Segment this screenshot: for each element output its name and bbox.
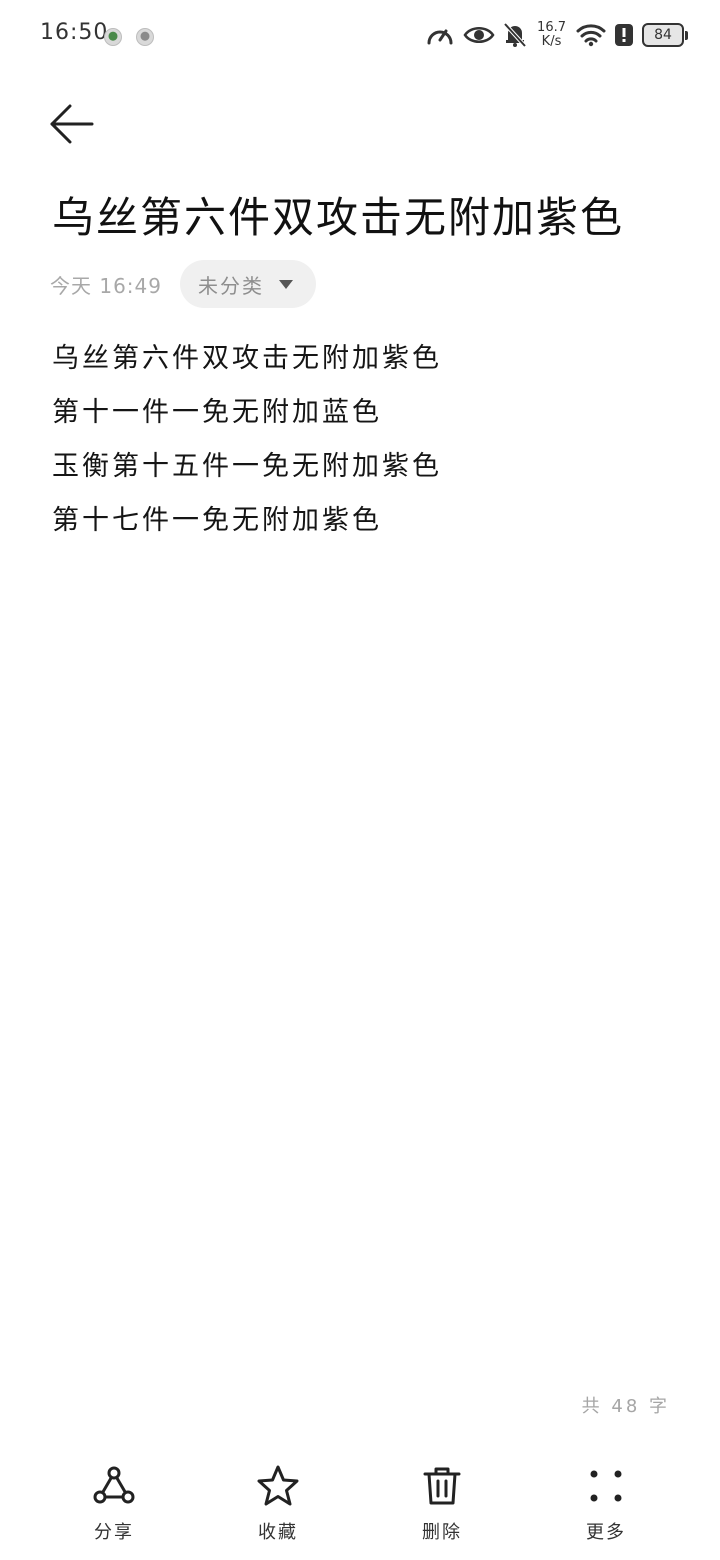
more-label: 更多	[586, 1522, 626, 1543]
share-icon	[93, 1466, 135, 1504]
share-button[interactable]: 分享	[64, 1462, 164, 1548]
star-icon	[257, 1465, 299, 1506]
alert-icon	[615, 24, 633, 46]
trash-icon	[423, 1467, 461, 1505]
network-speed-unit: K/s	[541, 34, 562, 49]
bell-off-icon	[503, 22, 527, 48]
wifi-icon	[576, 24, 606, 47]
note-line: 第十七件一免无附加紫色	[52, 505, 382, 536]
battery-level: 84	[654, 27, 672, 43]
note-line: 乌丝第六件双攻击无附加紫色	[52, 343, 442, 374]
note-line: 第十一件一免无附加蓝色	[52, 397, 382, 428]
category-dropdown[interactable]: 未分类	[180, 260, 316, 308]
word-count: 共 48 字	[581, 1396, 670, 1417]
status-time: 16:50	[40, 20, 109, 45]
notification-app-icon	[104, 28, 122, 46]
more-button[interactable]: 更多	[556, 1462, 656, 1548]
caret-down-icon	[279, 280, 293, 289]
note-title[interactable]: 乌丝第六件双攻击无附加紫色	[52, 184, 692, 245]
network-speed-value: 16.7	[537, 20, 566, 35]
category-label: 未分类	[198, 273, 264, 298]
battery-icon: 84	[642, 23, 688, 47]
speedometer-icon	[427, 29, 453, 45]
note-meta: 今天 16:49 未分类	[50, 260, 316, 308]
status-bar: 16:50 16.7 K/s 84	[0, 0, 720, 70]
note-body[interactable]: 乌丝第六件双攻击无附加紫色 第十一件一免无附加蓝色 玉衡第十五件一免无附加紫色 …	[52, 332, 672, 548]
note-line: 玉衡第十五件一免无附加紫色	[52, 451, 442, 482]
favorite-label: 收藏	[258, 1522, 298, 1543]
notification-app-icon	[136, 28, 154, 46]
note-detail-screen: 16:50 16.7 K/s 84 乌丝第六件双攻击无附加紫色 今天 16:49…	[0, 0, 720, 1560]
network-speed: 16.7 K/s	[537, 21, 566, 49]
delete-label: 删除	[422, 1522, 462, 1543]
delete-button[interactable]: 删除	[392, 1462, 492, 1548]
back-button[interactable]	[44, 98, 104, 150]
more-dots-icon	[590, 1470, 622, 1502]
bottom-action-bar: 分享 收藏 删除 更多	[0, 1462, 720, 1552]
share-label: 分享	[94, 1522, 134, 1543]
favorite-button[interactable]: 收藏	[228, 1462, 328, 1548]
eye-icon	[463, 27, 495, 43]
note-date: 今天 16:49	[50, 273, 162, 298]
status-icons: 16.7 K/s 84	[425, 18, 688, 52]
arrow-left-icon	[50, 104, 94, 144]
